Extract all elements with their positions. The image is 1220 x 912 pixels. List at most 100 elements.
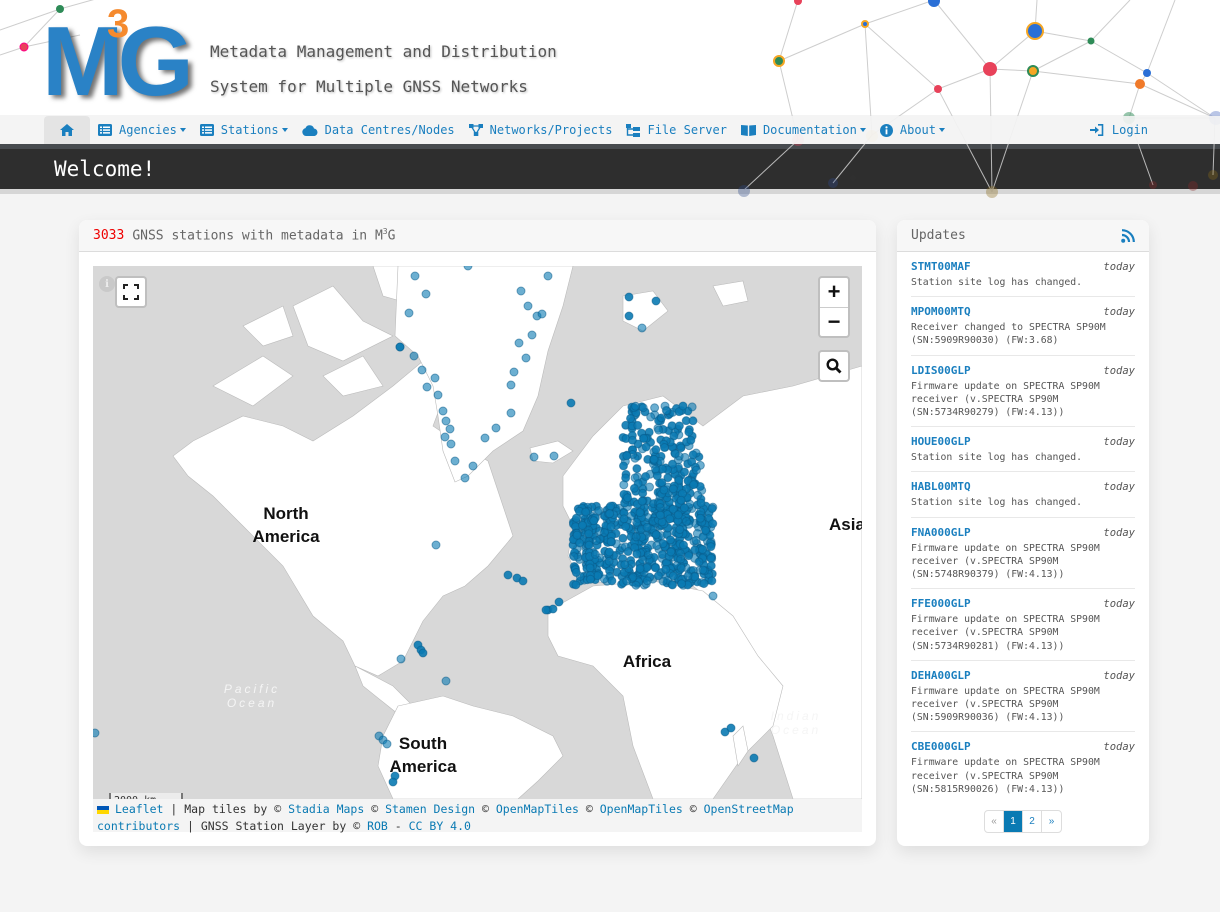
m3g-logo[interactable]: MG 3 [42,2,202,110]
station-marker[interactable] [642,576,652,586]
station-marker[interactable] [661,406,671,416]
station-marker[interactable] [468,461,478,471]
station-marker[interactable] [606,522,616,532]
zoom-in-button[interactable]: + [820,278,848,307]
update-station-link[interactable]: STMT00MAF [911,260,971,273]
station-marker[interactable] [651,464,661,474]
station-marker[interactable] [516,286,526,296]
station-marker[interactable] [621,522,631,532]
station-marker[interactable] [681,516,691,526]
station-marker[interactable] [418,648,428,658]
station-marker[interactable] [605,509,615,519]
nav-stations[interactable]: Stations [199,123,288,137]
station-marker[interactable] [409,351,419,361]
station-marker[interactable] [673,510,683,520]
station-marker[interactable] [631,401,641,411]
station-marker[interactable] [438,406,448,416]
station-marker[interactable] [684,427,694,437]
station-marker[interactable] [659,443,669,453]
station-marker[interactable] [460,473,470,483]
station-marker[interactable] [622,576,632,586]
station-marker[interactable] [431,540,441,550]
fullscreen-button[interactable] [115,276,147,308]
station-marker[interactable] [677,579,687,589]
station-marker[interactable] [646,412,656,422]
station-marker[interactable] [687,402,697,412]
station-marker[interactable] [395,342,405,352]
station-marker[interactable] [678,401,688,411]
openmaptiles-link-1[interactable]: OpenMapTiles [496,802,579,816]
station-marker[interactable] [635,508,645,518]
leaflet-link[interactable]: Leaflet [115,802,163,816]
station-marker[interactable] [639,434,649,444]
station-marker[interactable] [632,549,642,559]
station-marker[interactable] [624,292,634,302]
station-marker[interactable] [670,449,680,459]
station-marker[interactable] [652,541,662,551]
station-marker[interactable] [620,560,630,570]
station-marker[interactable] [506,380,516,390]
nav-data-centres[interactable]: Data Centres/Nodes [301,123,455,137]
station-marker[interactable] [656,413,666,423]
station-marker[interactable] [655,503,665,513]
station-marker[interactable] [404,308,414,318]
station-marker[interactable] [441,416,451,426]
station-marker[interactable] [396,654,406,664]
station-marker[interactable] [749,753,759,763]
station-marker[interactable] [618,461,628,471]
station-marker[interactable] [661,564,671,574]
station-marker[interactable] [430,373,440,383]
station-marker[interactable] [694,557,704,567]
stamen-link[interactable]: Stamen Design [385,802,475,816]
station-marker[interactable] [653,571,663,581]
station-marker[interactable] [441,676,451,686]
station-marker[interactable] [631,532,641,542]
station-marker[interactable] [665,535,675,545]
station-marker[interactable] [514,338,524,348]
station-marker[interactable] [706,542,716,552]
station-marker[interactable] [480,433,490,443]
station-marker[interactable] [417,365,427,375]
station-marker[interactable] [590,549,600,559]
nav-about[interactable]: About [879,123,945,137]
station-marker[interactable] [637,323,647,333]
station-marker[interactable] [527,330,537,340]
station-marker[interactable] [706,553,716,563]
station-marker[interactable] [606,537,616,547]
station-marker[interactable] [676,495,686,505]
nav-login[interactable]: Login [1089,116,1148,144]
station-marker[interactable] [541,605,551,615]
station-marker[interactable] [649,454,659,464]
rob-link[interactable]: ROB [367,819,388,833]
station-marker[interactable] [577,520,587,530]
station-marker[interactable] [631,580,641,590]
station-marker[interactable] [622,451,632,461]
station-marker[interactable] [523,301,533,311]
map-info-icon[interactable]: i [99,276,115,292]
station-marker[interactable] [529,452,539,462]
station-marker[interactable] [676,554,686,564]
station-marker[interactable] [668,580,678,590]
station-marker[interactable] [650,563,660,573]
license-link[interactable]: CC BY 4.0 [409,819,471,833]
station-marker[interactable] [645,482,655,492]
update-station-link[interactable]: FFE000GLP [911,597,971,610]
update-station-link[interactable]: LDIS00GLP [911,364,971,377]
station-marker[interactable] [571,580,581,590]
station-marker[interactable] [642,522,652,532]
pagination-next[interactable]: » [1042,811,1061,832]
station-marker[interactable] [638,403,648,413]
station-marker[interactable] [586,574,596,584]
station-marker[interactable] [691,465,701,475]
openmaptiles-link-2[interactable]: OpenMapTiles [600,802,683,816]
rss-feed-icon[interactable] [1121,228,1135,243]
openstreetmap-link[interactable]: OpenStreetMap [704,802,794,816]
station-marker[interactable] [641,472,651,482]
station-marker[interactable] [679,503,689,513]
station-marker[interactable] [684,551,694,561]
station-marker[interactable] [726,723,736,733]
station-marker[interactable] [683,571,693,581]
station-marker[interactable] [581,507,591,517]
station-marker[interactable] [463,266,473,271]
station-marker[interactable] [698,544,708,554]
